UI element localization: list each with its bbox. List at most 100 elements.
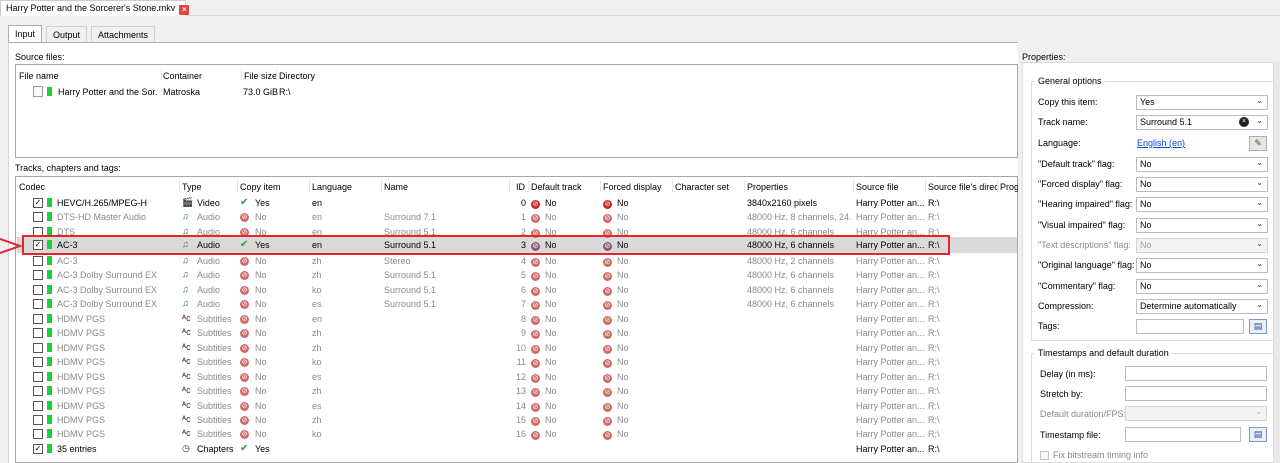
forced-display-flag-select[interactable]: No ⌄ — [1136, 177, 1268, 192]
tab-attachments[interactable]: Attachments — [91, 26, 156, 42]
col-container[interactable]: Container — [163, 71, 202, 81]
track-checkbox[interactable]: ✓ — [33, 198, 43, 208]
col-copy-item[interactable]: Copy item — [240, 182, 281, 192]
subtitles-icon: ᴬᴄ — [182, 313, 191, 323]
timestamp-file-input[interactable] — [1125, 427, 1241, 442]
col-language[interactable]: Language — [312, 182, 352, 192]
properties-scrollbar[interactable] — [1274, 62, 1280, 463]
track-default-track: No — [545, 343, 557, 353]
compression-select[interactable]: Determine automatically ⌄ — [1136, 299, 1268, 314]
browse-tags-button[interactable]: ▤ — [1249, 319, 1267, 334]
track-source-dir: R:\ — [928, 198, 940, 208]
col-properties[interactable]: Properties — [747, 182, 788, 192]
hearing-impaired-flag-select[interactable]: No ⌄ — [1136, 197, 1268, 212]
track-forced-display: No — [617, 212, 629, 222]
track-source-dir: R:\ — [928, 415, 940, 425]
edit-language-button[interactable]: ✎ — [1249, 136, 1267, 151]
track-source-file: Harry Potter an... — [856, 328, 924, 338]
col-file-name[interactable]: File name — [19, 71, 59, 81]
track-checkbox[interactable] — [33, 386, 43, 396]
source-file-name[interactable]: Harry Potter and the Sor... — [58, 87, 158, 97]
track-checkbox[interactable] — [33, 328, 43, 338]
col-forced-display[interactable]: Forced display — [603, 182, 662, 192]
no-icon: ⊘ — [603, 417, 612, 426]
col-default-track[interactable]: Default track — [531, 182, 582, 192]
clear-icon[interactable]: × — [1239, 117, 1249, 127]
copy-item-select[interactable]: Yes ⌄ — [1136, 95, 1268, 110]
track-checkbox[interactable] — [33, 429, 43, 439]
track-forced-display: No — [617, 429, 629, 439]
track-checkbox[interactable] — [33, 270, 43, 280]
col-source-file[interactable]: Source file — [856, 182, 899, 192]
col-directory[interactable]: Directory — [279, 71, 315, 81]
col-divider — [179, 180, 180, 192]
tags-input[interactable] — [1136, 319, 1244, 334]
track-default-track: No — [545, 328, 557, 338]
col-source-dir[interactable]: Source file's direc — [928, 182, 999, 192]
track-checkbox[interactable]: ✓ — [33, 444, 43, 454]
col-id[interactable]: ID — [516, 182, 525, 192]
track-checkbox[interactable] — [33, 372, 43, 382]
tab-input[interactable]: Input — [8, 25, 43, 43]
status-indicator — [47, 357, 52, 366]
col-codec[interactable]: Codec — [19, 182, 45, 192]
col-file-size[interactable]: File size — [244, 71, 277, 81]
status-indicator — [47, 299, 52, 308]
track-checkbox[interactable] — [33, 299, 43, 309]
track-default-track: No — [545, 357, 557, 367]
audio-icon: ♫ — [182, 269, 189, 279]
file-tab[interactable]: Harry Potter and the Sorcerer's Stone.mk… — [0, 0, 190, 16]
track-type: Video — [197, 198, 220, 208]
track-copy-item: No — [255, 328, 267, 338]
track-language: zh — [312, 256, 322, 266]
browse-timestamp-button[interactable]: ▤ — [1249, 427, 1267, 442]
track-checkbox[interactable] — [33, 314, 43, 324]
track-checkbox[interactable] — [33, 343, 43, 353]
track-default-track: No — [545, 299, 557, 309]
track-checkbox[interactable] — [33, 256, 43, 266]
tab-output-label: Output — [53, 30, 81, 40]
track-name-input[interactable]: Surround 5.1 × ⌄ — [1136, 115, 1268, 130]
track-source-file: Harry Potter an... — [856, 429, 924, 439]
col-name[interactable]: Name — [384, 182, 408, 192]
track-properties: 48000 Hz, 6 channels — [747, 299, 835, 309]
commentary-flag-select[interactable]: No ⌄ — [1136, 279, 1268, 294]
track-copy-item: No — [255, 401, 267, 411]
language-link[interactable]: English (en) — [1137, 138, 1185, 148]
track-checkbox[interactable] — [33, 401, 43, 411]
track-id: 16 — [515, 429, 526, 439]
col-character-set[interactable]: Character set — [675, 182, 729, 192]
timestamp-file-label: Timestamp file: — [1040, 430, 1101, 440]
close-icon[interactable]: × — [179, 5, 190, 15]
subtitles-icon: ᴬᴄ — [182, 414, 191, 424]
track-type: Subtitles — [197, 401, 232, 411]
visual-impaired-flag-select[interactable]: No ⌄ — [1136, 218, 1268, 233]
col-type[interactable]: Type — [182, 182, 202, 192]
track-default-track: No — [545, 285, 557, 295]
original-language-flag-select[interactable]: No ⌄ — [1136, 258, 1268, 273]
fix-bitstream-checkbox[interactable] — [1040, 451, 1049, 460]
delay-input[interactable] — [1125, 366, 1267, 381]
file-tab-title: Harry Potter and the Sorcerer's Stone.mk… — [6, 3, 176, 13]
stretch-by-input[interactable] — [1125, 386, 1267, 401]
track-checkbox[interactable] — [33, 285, 43, 295]
track-type: Subtitles — [197, 314, 232, 324]
track-codec: HDMV PGS — [57, 314, 106, 324]
chevron-down-icon[interactable]: ⌄ — [1256, 116, 1263, 125]
no-icon: ⊘ — [531, 301, 540, 310]
no-icon: ⊘ — [240, 344, 249, 353]
track-language: es — [312, 401, 322, 411]
col-program[interactable]: Prog — [1000, 182, 1018, 192]
tab-output[interactable]: Output — [46, 26, 88, 42]
subtitles-icon: ᴬᴄ — [182, 342, 191, 352]
check-icon: ✔ — [240, 443, 249, 454]
track-checkbox[interactable] — [33, 212, 43, 222]
track-source-file: Harry Potter an... — [856, 270, 924, 280]
track-codec: AC-3 Dolby Surround EX — [57, 299, 158, 309]
track-checkbox[interactable] — [33, 415, 43, 425]
no-icon: ⊘ — [240, 286, 249, 295]
default-track-flag-select[interactable]: No ⌄ — [1136, 157, 1268, 172]
no-icon: ⊘ — [531, 287, 540, 296]
track-checkbox[interactable] — [33, 357, 43, 367]
chevron-down-icon: ⌄ — [1256, 158, 1263, 167]
